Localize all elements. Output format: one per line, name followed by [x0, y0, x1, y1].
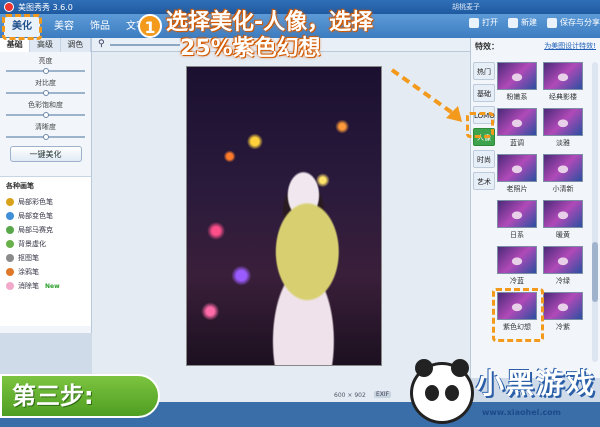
effect-thumbnail — [543, 108, 583, 136]
brush-icon — [6, 282, 14, 290]
arrow-icon — [390, 68, 462, 122]
brush-icon — [6, 240, 14, 248]
design-effects-link[interactable]: 为美图设计特效! — [544, 41, 596, 51]
brush-item[interactable]: 背景虚化 — [6, 237, 85, 251]
brush-item[interactable]: 局部变色笔 — [6, 209, 85, 223]
slider-label: 色彩饱和度 — [28, 101, 63, 109]
brush-item[interactable]: 局部马赛克 — [6, 223, 85, 237]
image-size: 600 × 902 — [334, 392, 366, 399]
effect-item[interactable]: 冷紫 — [543, 292, 583, 332]
zoom-icon[interactable]: ⚲ — [98, 39, 105, 49]
brush-item[interactable]: 涂鸦笔 — [6, 265, 85, 279]
effect-thumbnail — [497, 154, 537, 182]
slider-row: 色彩饱和度 — [6, 100, 85, 118]
effect-item[interactable]: 老照片 — [497, 154, 537, 194]
brush-item[interactable]: 局部彩色笔 — [6, 195, 85, 209]
adjust-sliders: 亮度 对比度 色彩饱和度 清晰度 一键美化 — [0, 52, 91, 166]
slider-label: 对比度 — [35, 79, 56, 87]
effect-thumbnail — [543, 62, 583, 90]
effects-scrollbar[interactable] — [592, 62, 598, 362]
edited-photo[interactable] — [186, 66, 382, 366]
brush-icon — [6, 198, 14, 206]
sharpness-slider[interactable] — [6, 134, 85, 140]
contrast-slider[interactable] — [6, 90, 85, 96]
vtab-basic[interactable]: 基础 — [473, 84, 495, 102]
left-panel: 基础 高级 调色 亮度 对比度 色彩饱和度 清晰度 一键美化 各种画笔 局部彩色… — [0, 38, 92, 333]
highlight-purple-fantasy — [492, 288, 544, 342]
highlight-portrait-tab — [466, 112, 494, 138]
brand-name: 小黑游戏 — [476, 367, 597, 400]
highlight-beautify-tab — [2, 14, 42, 40]
effect-item[interactable]: 经典影楼 — [543, 62, 583, 102]
effects-header: 特效： 为美图设计特效! — [471, 38, 600, 54]
brightness-slider[interactable] — [6, 68, 85, 74]
adjust-subtabs: 基础 高级 调色 — [0, 38, 91, 52]
effect-thumbnail — [497, 62, 537, 90]
file-tools: 打开 新建 保存与分享 — [469, 17, 600, 28]
vtab-hot[interactable]: 热门 — [473, 62, 495, 80]
effect-item[interactable]: 粉嫩系 — [497, 62, 537, 102]
tab-accessories[interactable]: 饰品 — [82, 17, 118, 37]
exif-button[interactable]: EXIF — [374, 391, 392, 398]
vtab-art[interactable]: 艺术 — [473, 172, 495, 190]
slider-knob[interactable] — [42, 134, 49, 140]
saturation-slider[interactable] — [6, 112, 85, 118]
effect-thumbnail — [543, 246, 583, 274]
tab-face[interactable]: 美容 — [46, 17, 82, 37]
instruction-text: 选择美化-人像，选择 25%紫色幻想 — [166, 10, 374, 61]
brush-icon — [6, 212, 14, 220]
scrollbar-thumb[interactable] — [592, 242, 598, 302]
folder-icon — [469, 17, 479, 28]
plus-icon — [508, 17, 518, 28]
subtab-basic[interactable]: 基础 — [0, 38, 31, 52]
effect-thumbnail — [543, 292, 583, 320]
slider-knob[interactable] — [42, 68, 49, 74]
slider-row: 清晰度 — [6, 122, 85, 140]
brush-section: 各种画笔 局部彩色笔 局部变色笔 局部马赛克 背景虚化 抠图笔 涂鸦笔 消除笔 N… — [0, 176, 91, 326]
new-badge: New — [45, 282, 60, 290]
effect-item[interactable]: 小清新 — [543, 154, 583, 194]
brand-url: www.xiaohei.com — [482, 408, 561, 417]
brush-section-title: 各种画笔 — [6, 182, 34, 190]
effect-item[interactable]: 日系 — [497, 200, 537, 240]
effect-thumbnail — [497, 108, 537, 136]
effects-title: 特效： — [475, 41, 499, 51]
brush-icon — [6, 226, 14, 234]
effect-thumbnail — [543, 200, 583, 228]
step-number-badge: 1 — [138, 14, 162, 38]
brush-icon — [6, 268, 14, 276]
effect-item[interactable]: 蓝调 — [497, 108, 537, 148]
brand-watermark: 小黑游戏 www.xiaohei.com — [410, 356, 600, 427]
app-logo-icon — [4, 2, 14, 12]
effect-thumbnail — [497, 200, 537, 228]
effect-item[interactable]: 冷蓝 — [497, 246, 537, 286]
subtab-color[interactable]: 调色 — [61, 38, 91, 52]
effect-thumbnail — [497, 246, 537, 274]
slider-label: 亮度 — [38, 57, 53, 65]
save-icon — [547, 17, 557, 28]
save-share-button[interactable]: 保存与分享 — [547, 17, 600, 28]
one-click-beautify-button[interactable]: 一键美化 — [9, 146, 82, 162]
app-title: 美图秀秀 3.6.0 — [18, 2, 73, 12]
slider-knob[interactable] — [42, 90, 49, 96]
brush-item[interactable]: 抠图笔 — [6, 251, 85, 265]
slider-row: 亮度 — [6, 56, 85, 74]
brush-icon — [6, 254, 14, 262]
panda-logo-icon — [410, 359, 474, 424]
step-banner: 第三步: — [0, 374, 160, 418]
effect-item[interactable]: 暖黄 — [543, 200, 583, 240]
effect-item[interactable]: 冷绿 — [543, 246, 583, 286]
brush-item[interactable]: 消除笔 New — [6, 279, 85, 293]
slider-knob[interactable] — [42, 112, 49, 118]
effect-item[interactable]: 淡雅 — [543, 108, 583, 148]
subtab-advanced[interactable]: 高级 — [30, 38, 61, 52]
slider-row: 对比度 — [6, 78, 85, 96]
vtab-fashion[interactable]: 时尚 — [473, 150, 495, 168]
new-button[interactable]: 新建 — [508, 17, 537, 28]
slider-label: 清晰度 — [35, 123, 56, 131]
open-button[interactable]: 打开 — [469, 17, 498, 28]
effect-thumbnail — [543, 154, 583, 182]
